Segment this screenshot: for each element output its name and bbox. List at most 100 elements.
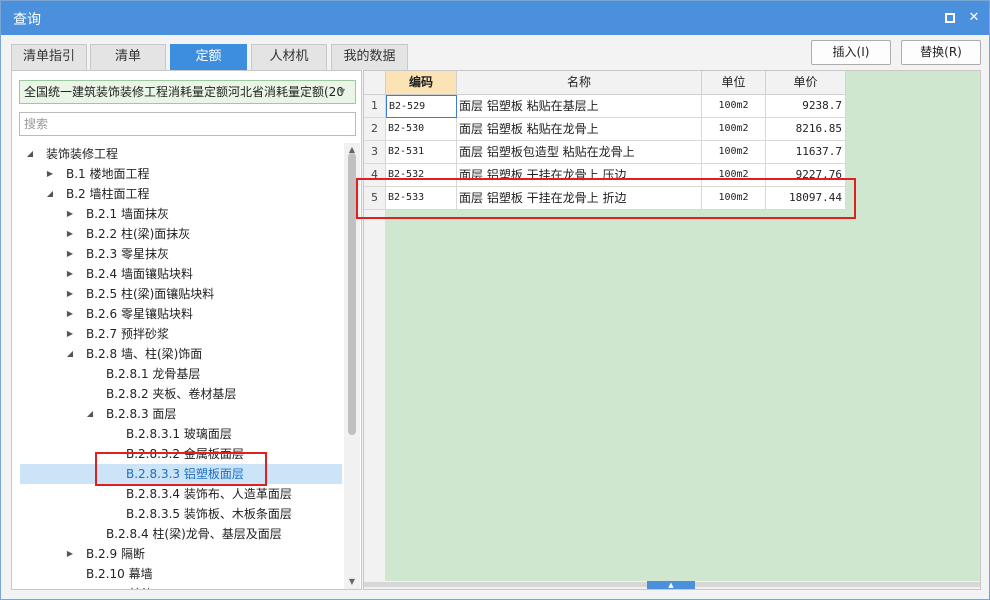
cell-name[interactable]: 面层 铝塑板 粘贴在龙骨上 xyxy=(457,118,702,141)
query-window: 查询 ✕ 清单指引 清单 定额 人材机 我的数据 插入(I) 替换(R) 全国统… xyxy=(0,0,990,600)
library-value: 全国统一建筑装饰装修工程消耗量定额河北省消耗量定额(20 xyxy=(24,85,344,99)
cell-unit[interactable]: 100m2 xyxy=(702,141,766,164)
tree-node-label: B.2.8 墙、柱(梁)饰面 xyxy=(86,347,203,361)
tab-guide[interactable]: 清单指引 xyxy=(11,44,87,70)
tree-node[interactable]: ▶ B.1 楼地面工程 xyxy=(20,164,342,184)
tree-node[interactable]: ▶ B.2.7 预拌砂浆 xyxy=(20,324,342,344)
tree-node[interactable]: ▶ B.2.4 墙面镶贴块料 xyxy=(20,264,342,284)
tree-node-label: B.2.8.3.1 玻璃面层 xyxy=(126,427,232,441)
collapse-arrow-icon[interactable]: ◢ xyxy=(84,404,96,424)
tree-node[interactable]: B.2.10 幕墙 xyxy=(20,564,342,584)
cell-code[interactable]: B2-531 xyxy=(386,141,457,164)
tree-node[interactable]: ◢ 装饰装修工程 xyxy=(20,144,342,164)
expand-arrow-icon[interactable]: ▶ xyxy=(64,224,76,244)
tree-node[interactable]: B.2.8.3.4 装饰布、人造革面层 xyxy=(20,484,342,504)
header-name[interactable]: 名称 xyxy=(457,71,702,95)
cell-price[interactable]: 9238.7 xyxy=(766,95,846,118)
tree-node-label: B.2.8.3.4 装饰布、人造革面层 xyxy=(126,487,292,501)
grid-horizontal-scrollbar[interactable]: ▲ xyxy=(364,581,980,589)
tree-node-label: B.2.11 其他 xyxy=(86,584,153,589)
expand-arrow-icon[interactable]: ▶ xyxy=(64,584,76,589)
expand-arrow-icon[interactable]: ▶ xyxy=(64,284,76,304)
expand-arrow-icon[interactable]: ▶ xyxy=(64,264,76,284)
cell-price[interactable]: 11637.7 xyxy=(766,141,846,164)
tree-node[interactable]: ◢ B.2.8.3 面层 xyxy=(20,404,342,424)
scroll-down-icon[interactable]: ▼ xyxy=(344,575,360,589)
tree-node[interactable]: B.2.8.4 柱(梁)龙骨、基层及面层 xyxy=(20,524,342,544)
cell-unit[interactable]: 100m2 xyxy=(702,95,766,118)
tree-node[interactable]: ▶ B.2.5 柱(梁)面镶贴块料 xyxy=(20,284,342,304)
tree-node[interactable]: B.2.8.1 龙骨基层 xyxy=(20,364,342,384)
tab-quota[interactable]: 定额 xyxy=(170,44,247,70)
tree-node[interactable]: B.2.8.3.1 玻璃面层 xyxy=(20,424,342,444)
dropdown-arrow-icon[interactable]: ▼ xyxy=(339,81,351,103)
tree-node[interactable]: ◢ B.2.8 墙、柱(梁)饰面 xyxy=(20,344,342,364)
header-code[interactable]: 编码 xyxy=(386,71,457,95)
replace-button[interactable]: 替换(R) xyxy=(901,40,981,65)
cell-name[interactable]: 面层 铝塑板 粘贴在基层上 xyxy=(457,95,702,118)
header-price[interactable]: 单价 xyxy=(766,71,846,95)
tab-my-data[interactable]: 我的数据 xyxy=(331,44,408,70)
search-input[interactable] xyxy=(19,112,356,136)
tree-node[interactable]: ▶ B.2.1 墙面抹灰 xyxy=(20,204,342,224)
cell-name[interactable]: 面层 铝塑板包造型 粘贴在龙骨上 xyxy=(457,141,702,164)
tree-node-label: B.2.8.1 龙骨基层 xyxy=(106,367,201,381)
tree-node-label: B.2.1 墙面抹灰 xyxy=(86,207,169,221)
restore-icon[interactable] xyxy=(940,8,960,28)
expand-arrow-icon[interactable]: ▶ xyxy=(44,164,56,184)
collapse-arrow-icon[interactable]: ◢ xyxy=(24,144,36,164)
header-corner xyxy=(364,71,386,95)
table-row[interactable]: 2 B2-530 面层 铝塑板 粘贴在龙骨上 100m2 8216.85 xyxy=(364,118,846,141)
expand-arrow-icon[interactable]: ▶ xyxy=(64,304,76,324)
tree-node[interactable]: B.2.8.2 夹板、卷材基层 xyxy=(20,384,342,404)
table-row[interactable]: 1 B2-529 面层 铝塑板 粘贴在基层上 100m2 9238.7 xyxy=(364,95,846,118)
tree-node-label: 装饰装修工程 xyxy=(46,147,119,161)
category-panel: 全国统一建筑装饰装修工程消耗量定额河北省消耗量定额(20 ▼ ◢ 装饰装修工程 ▶ B… xyxy=(11,70,362,590)
tree-node-label: B.2.8.3.5 装饰板、木板条面层 xyxy=(126,507,292,521)
cell-price[interactable]: 8216.85 xyxy=(766,118,846,141)
expand-arrow-icon[interactable]: ▶ xyxy=(64,244,76,264)
tree-node[interactable]: ▶ B.2.9 隔断 xyxy=(20,544,342,564)
tree-node[interactable]: B.2.8.3.5 装饰板、木板条面层 xyxy=(20,504,342,524)
tree-node[interactable]: ◢ B.2 墙柱面工程 xyxy=(20,184,342,204)
row-index[interactable]: 3 xyxy=(364,141,386,164)
tab-bill[interactable]: 清单 xyxy=(90,44,166,70)
tab-material[interactable]: 人材机 xyxy=(251,44,327,70)
scroll-handle-icon[interactable]: ▲ xyxy=(647,581,695,589)
tree-node-label: B.2.8.4 柱(梁)龙骨、基层及面层 xyxy=(106,527,282,541)
expand-arrow-icon[interactable]: ▶ xyxy=(64,324,76,344)
row-index[interactable]: 1 xyxy=(364,95,386,118)
tree-node-label: B.1 楼地面工程 xyxy=(66,167,150,181)
title-bar[interactable]: 查询 ✕ xyxy=(1,1,989,35)
library-select[interactable]: 全国统一建筑装饰装修工程消耗量定额河北省消耗量定额(20 ▼ xyxy=(19,80,356,104)
expand-arrow-icon[interactable]: ▶ xyxy=(64,544,76,564)
cell-code[interactable]: B2-530 xyxy=(386,118,457,141)
highlight-row-box xyxy=(356,178,856,219)
tree-node-label: B.2.3 零星抹灰 xyxy=(86,247,169,261)
header-unit[interactable]: 单位 xyxy=(702,71,766,95)
tree-node[interactable]: ▶ B.2.6 零星镶贴块料 xyxy=(20,304,342,324)
close-icon[interactable]: ✕ xyxy=(964,8,984,28)
tree-node-label: B.2 墙柱面工程 xyxy=(66,187,150,201)
scrollbar-thumb[interactable] xyxy=(348,153,356,435)
tree-node-label: B.2.6 零星镶贴块料 xyxy=(86,307,193,321)
cell-unit[interactable]: 100m2 xyxy=(702,118,766,141)
tree-node-label: B.2.9 隔断 xyxy=(86,547,145,561)
tree-node[interactable]: ▶ B.2.11 其他 xyxy=(20,584,342,589)
table-row[interactable]: 3 B2-531 面层 铝塑板包造型 粘贴在龙骨上 100m2 11637.7 xyxy=(364,141,846,164)
collapse-arrow-icon[interactable]: ◢ xyxy=(64,344,76,364)
expand-arrow-icon[interactable]: ▶ xyxy=(64,204,76,224)
collapse-arrow-icon[interactable]: ◢ xyxy=(44,184,56,204)
tree-node-label: B.2.7 预拌砂浆 xyxy=(86,327,169,341)
insert-button[interactable]: 插入(I) xyxy=(811,40,891,65)
tree-node-label: B.2.8.3 面层 xyxy=(106,407,177,421)
result-panel: 编码 名称 单位 单价 1 B2-529 面层 铝塑板 粘贴在基层上 100m2 923… xyxy=(363,70,981,590)
cell-code[interactable]: B2-529 xyxy=(386,95,457,118)
tree-node[interactable]: ▶ B.2.3 零星抹灰 xyxy=(20,244,342,264)
tree-node[interactable]: ▶ B.2.2 柱(梁)面抹灰 xyxy=(20,224,342,244)
tree-node-label: B.2.4 墙面镶贴块料 xyxy=(86,267,193,281)
window-title: 查询 xyxy=(13,12,41,28)
category-tree: ◢ 装饰装修工程 ▶ B.1 楼地面工程 ◢ B.2 墙柱面工程 ▶ B.2.1 墙面抹灰 ▶ B… xyxy=(12,143,342,589)
row-index[interactable]: 2 xyxy=(364,118,386,141)
tree-node-label: B.2.2 柱(梁)面抹灰 xyxy=(86,227,191,241)
